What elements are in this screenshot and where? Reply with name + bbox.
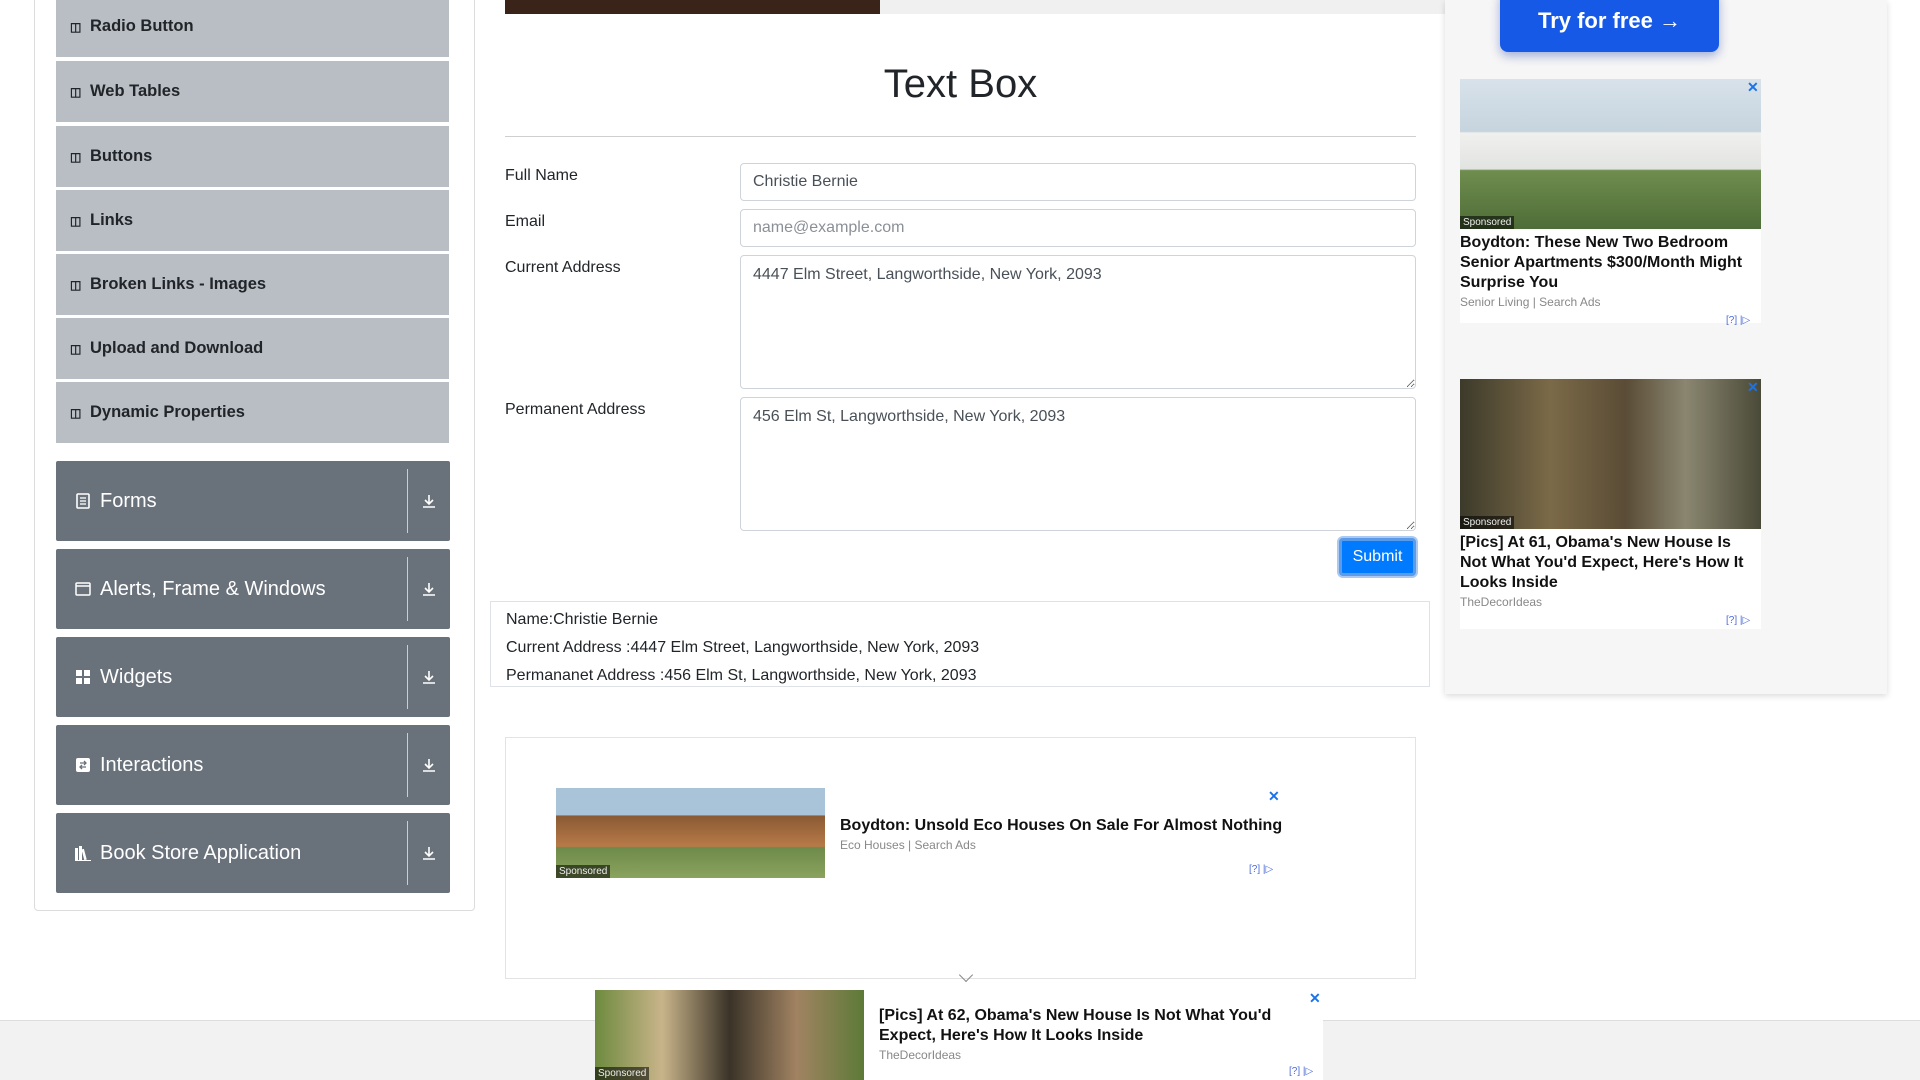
obama-image[interactable]: Sponsored xyxy=(595,990,864,1080)
sponsored-tag: Sponsored xyxy=(556,865,611,878)
inline-ad[interactable]: Sponsored ✕ Boydton: Unsold Eco Houses O… xyxy=(505,737,1416,983)
sidebar-item-radio-button[interactable]: ◫ Radio Button xyxy=(56,0,449,57)
ad-title[interactable]: Boydton: These New Two Bedroom Senior Ap… xyxy=(1460,233,1761,293)
current-address-label: Current Address xyxy=(505,259,621,276)
output-box: Name:Christie Bernie Current Address :44… xyxy=(490,601,1430,687)
ad-card-obama-61[interactable]: Sponsored ✕ [Pics] At 61, Obama's New Ho… xyxy=(1460,379,1761,629)
ad-choices-icon[interactable]: [?] |▷ xyxy=(1289,1066,1313,1077)
close-icon[interactable]: ✕ xyxy=(1309,990,1321,1007)
book-icon: ◫ xyxy=(70,341,82,356)
bottom-ad[interactable]: Sponsored ✕ [Pics] At 62, Obama's New Ho… xyxy=(595,990,1323,1080)
close-icon[interactable]: ✕ xyxy=(1268,788,1280,805)
ad-choices-icon[interactable]: [?] |▷ xyxy=(1726,315,1750,326)
ad-card-apartments[interactable]: Sponsored ✕ Boydton: These New Two Bedro… xyxy=(1460,79,1761,326)
download-icon[interactable] xyxy=(408,637,450,717)
interaction-icon xyxy=(74,756,92,774)
book-icon: ◫ xyxy=(70,277,82,292)
close-icon[interactable]: ✕ xyxy=(1747,79,1759,96)
permanent-address-input[interactable]: 456 Elm St, Langworthside, New York, 209… xyxy=(740,397,1416,531)
ad-source: TheDecorIdeas xyxy=(1460,595,1543,609)
sidebar-item-broken-links[interactable]: ◫ Broken Links - Images xyxy=(56,254,449,315)
sidebar-group-book-store[interactable]: Book Store Application xyxy=(56,813,450,893)
apartments-image[interactable]: Sponsored xyxy=(1460,79,1761,229)
email-label: Email xyxy=(505,213,546,230)
output-current-address: Current Address :4447 Elm Street, Langwo… xyxy=(506,639,980,656)
sidebar-item-upload-download[interactable]: ◫ Upload and Download xyxy=(56,318,449,379)
book-icon: ◫ xyxy=(70,149,82,164)
file-icon xyxy=(74,492,92,510)
book-icon: ◫ xyxy=(70,19,82,34)
submit-button[interactable]: Submit xyxy=(1339,538,1416,576)
permanent-address-label: Permanent Address xyxy=(505,401,646,418)
banner-strip xyxy=(880,0,1445,14)
full-name-label: Full Name xyxy=(505,167,578,184)
full-name-input[interactable] xyxy=(740,163,1416,201)
output-permanent-address: Permananet Address :456 Elm St, Langwort… xyxy=(506,667,977,684)
eco-houses-image[interactable]: Sponsored xyxy=(556,788,825,878)
download-icon[interactable] xyxy=(408,725,450,805)
sidebar-item-dynamic-properties[interactable]: ◫ Dynamic Properties xyxy=(56,382,449,443)
book-icon: ◫ xyxy=(70,84,82,99)
sidebar-group-forms[interactable]: Forms xyxy=(56,461,450,541)
sidebar-group-widgets[interactable]: Widgets xyxy=(56,637,450,717)
sponsored-tag: Sponsored xyxy=(595,1067,650,1080)
grid-icon xyxy=(74,668,92,686)
output-name: Name:Christie Bernie xyxy=(506,611,659,628)
banner-image xyxy=(505,0,880,14)
sponsored-tag: Sponsored xyxy=(1460,216,1515,229)
download-icon[interactable] xyxy=(408,813,450,893)
download-icon[interactable] xyxy=(408,461,450,541)
current-address-input[interactable]: 4447 Elm Street, Langworthside, New York… xyxy=(740,255,1416,389)
ad-source: TheDecorIdeas xyxy=(879,1048,962,1062)
sidebar-group-interactions[interactable]: Interactions xyxy=(56,725,450,805)
close-icon[interactable]: ✕ xyxy=(1747,379,1759,396)
ad-title[interactable]: [Pics] At 61, Obama's New House Is Not W… xyxy=(1460,533,1761,593)
ad-title[interactable]: [Pics] At 62, Obama's New House Is Not W… xyxy=(879,1006,1309,1046)
page-title: Text Box xyxy=(883,62,1038,106)
sponsored-tag: Sponsored xyxy=(1460,516,1515,529)
book-icon: ◫ xyxy=(70,213,82,228)
sidebar-group-alerts[interactable]: Alerts, Frame & Windows xyxy=(56,549,450,629)
ad-choices-icon[interactable]: [?] |▷ xyxy=(1726,615,1750,626)
title-divider xyxy=(505,136,1416,137)
window-icon xyxy=(74,580,92,598)
try-for-free-button[interactable]: Try for free → xyxy=(1500,0,1719,52)
obama-image[interactable]: Sponsored xyxy=(1460,379,1761,529)
book-icon: ◫ xyxy=(70,405,82,420)
ad-choices-icon[interactable]: [?] |▷ xyxy=(1249,864,1273,875)
download-icon[interactable] xyxy=(408,549,450,629)
ad-source: Eco Houses | Search Ads xyxy=(840,838,976,852)
chevron-down-icon[interactable] xyxy=(958,967,974,983)
ad-source: Senior Living | Search Ads xyxy=(1460,295,1601,309)
books-icon xyxy=(74,844,92,862)
sidebar-item-web-tables[interactable]: ◫ Web Tables xyxy=(56,61,449,122)
sidebar-item-links[interactable]: ◫ Links xyxy=(56,190,449,251)
email-input[interactable] xyxy=(740,209,1416,247)
ad-title[interactable]: Boydton: Unsold Eco Houses On Sale For A… xyxy=(840,816,1300,836)
sidebar-item-buttons[interactable]: ◫ Buttons xyxy=(56,126,449,187)
